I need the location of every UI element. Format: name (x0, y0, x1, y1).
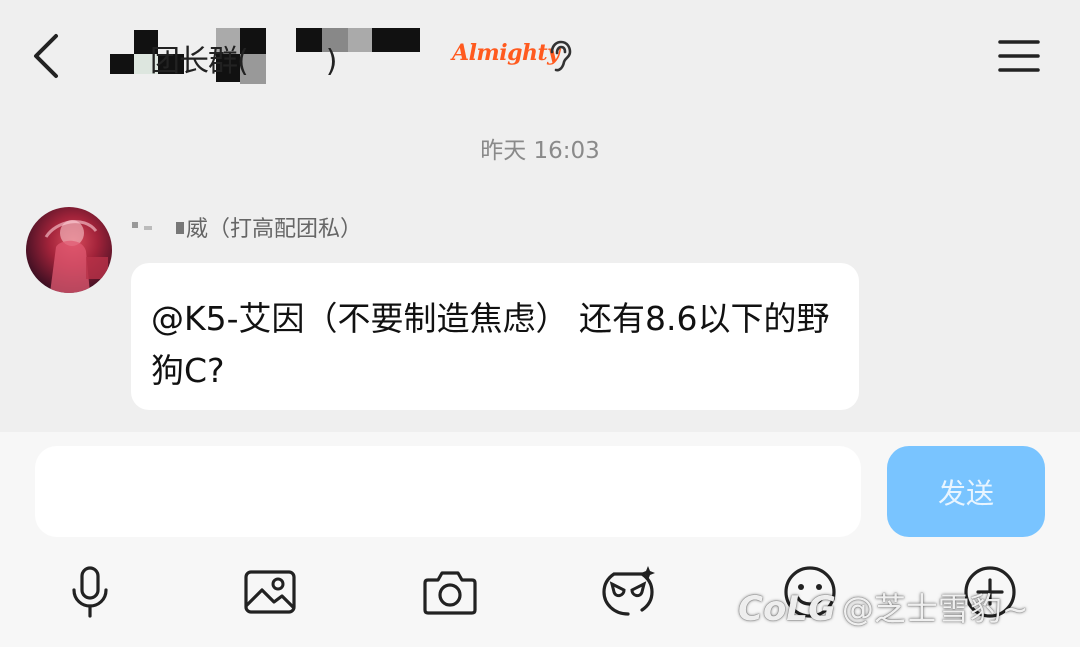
message-timestamp: 昨天 16:03 (480, 138, 600, 164)
message-text: @K5-艾因（不要制造焦虑） 还有8.6以下的野狗C? (151, 299, 830, 390)
hamburger-menu-icon (998, 40, 1040, 72)
watermark-text: @芝士雪豹~ (841, 590, 1029, 628)
chat-header: 团长群() Almighty (0, 0, 1080, 112)
message-input[interactable] (35, 446, 861, 537)
sticker-icon (602, 566, 655, 616)
avatar-image (44, 220, 108, 293)
avatar[interactable] (26, 207, 112, 293)
back-button[interactable] (26, 30, 70, 82)
brand-badge: Almighty (452, 40, 560, 66)
camera-icon (423, 571, 477, 615)
microphone-icon (72, 566, 108, 618)
chat-title-fragment: 团长群( (150, 44, 249, 79)
chevron-left-icon (34, 34, 58, 78)
watermark-logo: CoLG (738, 589, 836, 629)
gallery-button[interactable] (240, 562, 300, 622)
sender-name: 威（打高配团私） (186, 217, 363, 242)
camera-button[interactable] (420, 562, 480, 622)
message-bubble[interactable]: @K5-艾因（不要制造焦虑） 还有8.6以下的野狗C? (131, 263, 859, 410)
image-icon (244, 570, 296, 614)
sticker-button[interactable] (598, 562, 658, 622)
voice-button[interactable] (60, 562, 120, 622)
send-button[interactable]: 发送 (887, 446, 1045, 537)
watermark: CoLG @芝士雪豹~ (738, 584, 1029, 630)
menu-button[interactable] (996, 38, 1042, 74)
censored-sender-mosaic (132, 214, 186, 238)
chat-title: 团长群() (150, 36, 338, 80)
ear-button[interactable] (546, 40, 574, 74)
ear-icon (550, 40, 572, 72)
chat-title-trailing: ) (325, 44, 338, 79)
